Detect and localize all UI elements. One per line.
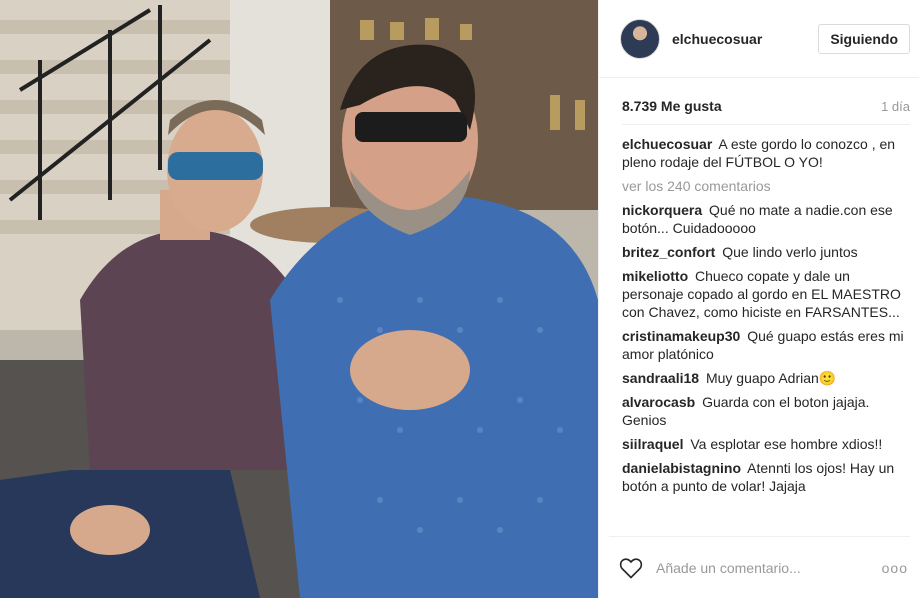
comment-item: cristinamakeup30 Qué guapo estás eres mi…: [622, 327, 910, 363]
likes-count[interactable]: 8.739 Me gusta: [622, 98, 722, 114]
comment-user[interactable]: nickorquera: [622, 202, 702, 218]
avatar[interactable]: [620, 18, 660, 59]
comment-user[interactable]: mikeliotto: [622, 268, 688, 284]
comment-user[interactable]: britez_confort: [622, 244, 715, 260]
comment-user[interactable]: siilraquel: [622, 436, 683, 452]
post-time[interactable]: 1 día: [881, 99, 910, 114]
comment-user[interactable]: danielabistagnino: [622, 460, 741, 476]
comment-text: Va esplotar ese hombre xdios!!: [690, 436, 883, 452]
username[interactable]: elchuecosuar: [672, 31, 818, 47]
post-side-panel: elchuecosuar Siguiendo 8.739 Me gusta 1 …: [598, 0, 919, 598]
view-all-comments-link[interactable]: ver los 240 comentarios: [622, 177, 910, 195]
comment-item: mikeliotto Chueco copate y dale un perso…: [622, 267, 910, 321]
heart-outline-icon[interactable]: [619, 557, 643, 579]
comment-item: danielabistagnino Atennti los ojos! Hay …: [622, 459, 910, 495]
comment-item: nickorquera Qué no mate a nadie.con ese …: [622, 201, 910, 237]
comment-bar: Añade un comentario... ooo: [609, 536, 910, 598]
caption: elchuecosuar A este gordo lo conozco , e…: [622, 135, 910, 171]
post-photo[interactable]: [0, 0, 598, 598]
comment-text: Muy guapo Adrian🙂: [705, 370, 837, 386]
photo-illustration: [0, 0, 598, 598]
post-header: elchuecosuar Siguiendo: [599, 0, 919, 78]
comment-item: siilraquel Va esplotar ese hombre xdios!…: [622, 435, 910, 453]
comment-item: sandraali18 Muy guapo Adrian🙂: [622, 369, 910, 387]
more-options-icon[interactable]: ooo: [882, 560, 908, 576]
comment-text: Que lindo verlo juntos: [722, 244, 858, 260]
comment-item: alvarocasb Guarda con el boton jajaja. G…: [622, 393, 910, 429]
comment-user[interactable]: cristinamakeup30: [622, 328, 740, 344]
comment-user[interactable]: sandraali18: [622, 370, 699, 386]
add-comment-input[interactable]: Añade un comentario...: [656, 560, 882, 576]
post-stats: 8.739 Me gusta 1 día: [622, 92, 910, 125]
comments-list: elchuecosuar A este gordo lo conozco , e…: [622, 135, 910, 525]
following-button[interactable]: Siguiendo: [818, 23, 910, 54]
comment-item: britez_confort Que lindo verlo juntos: [622, 243, 910, 261]
caption-user[interactable]: elchuecosuar: [622, 136, 712, 152]
comment-user[interactable]: alvarocasb: [622, 394, 695, 410]
